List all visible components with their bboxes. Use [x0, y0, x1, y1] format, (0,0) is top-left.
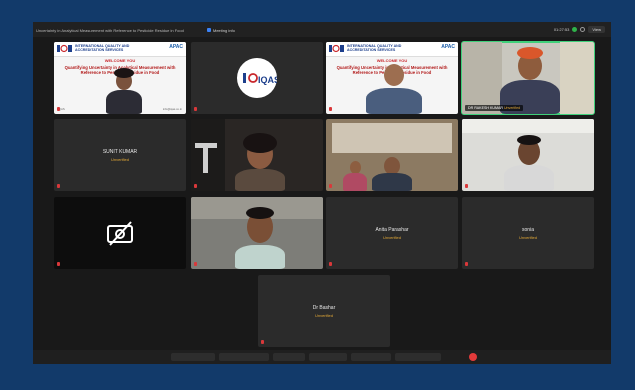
participant-tile-video-glasses[interactable] [191, 197, 323, 269]
participant-tile-bashar[interactable]: Dr Bashar Unverified [258, 275, 390, 347]
participant-hair [517, 135, 541, 145]
participant-status: Unverified [110, 157, 129, 162]
participant-tile-video-woman[interactable] [191, 119, 323, 191]
participant-tile-sunit[interactable]: SUNIT KUMAR Unverified [54, 119, 186, 191]
background-window [332, 123, 452, 153]
participant-body [235, 245, 285, 269]
muted-mic-icon [329, 262, 332, 266]
participant-body [106, 90, 142, 114]
muted-mic-icon [194, 184, 197, 188]
participant-tile-sonia[interactable]: sonia Unverified [462, 197, 594, 269]
muted-mic-icon [57, 184, 60, 188]
background-window [560, 42, 594, 114]
muted-mic-icon [261, 340, 264, 344]
muted-mic-icon [329, 184, 332, 188]
participant-status: Unverified [518, 235, 537, 240]
participant-tile-logo[interactable]: IQAS [191, 42, 323, 114]
more-button[interactable] [395, 353, 441, 361]
speaker-status: Unverified [503, 106, 521, 110]
participant-body [504, 165, 554, 191]
participant-body [366, 88, 422, 114]
camera-off-icon [107, 221, 133, 246]
iqas-logo-text: IQAS [258, 75, 277, 85]
meeting-timer: 01:27:53 [553, 27, 570, 32]
muted-mic-icon [329, 107, 332, 111]
speaker-name: DR RAKESH KUMAR [468, 106, 503, 110]
slide-brand: APAC [441, 44, 455, 50]
muted-mic-icon [465, 262, 468, 266]
share-button[interactable] [351, 353, 391, 361]
slide-brand: APAC [169, 44, 183, 50]
participant-tile-camera-off[interactable] [54, 197, 186, 269]
participant-turban [517, 47, 543, 59]
leave-button[interactable] [469, 353, 477, 361]
background-sign [191, 119, 225, 191]
participant-status: Unverified [382, 235, 401, 240]
top-bar: Uncertainty in Analytical Measurement wi… [33, 22, 611, 37]
meeting-window: Uncertainty in Analytical Measurement wi… [33, 22, 611, 364]
meeting-info-link[interactable]: Meeting info [213, 28, 235, 33]
participant-body-2 [343, 173, 367, 191]
connection-status-icon [572, 27, 578, 32]
speaker-nametag: DR RAKESH KUMAR Unverified [465, 105, 524, 111]
background-sign-stem [203, 143, 208, 173]
participant-name: Anita Parashar [375, 227, 409, 233]
muted-mic-icon [465, 184, 468, 188]
participant-name: SUNIT KUMAR [102, 149, 138, 155]
participant-tile-slide-2[interactable]: INTERNATIONAL QUALITY AND ACCREDITATION … [326, 42, 458, 114]
participant-hair [114, 68, 134, 78]
participant-body [372, 173, 412, 191]
participant-tile-video-bearded[interactable] [462, 119, 594, 191]
participant-tile-speaker[interactable]: DR RAKESH KUMAR Unverified [461, 41, 595, 115]
participant-body [235, 169, 285, 191]
iqas-logo-icon: IQAS [243, 73, 280, 85]
participant-tile-video-group[interactable] [326, 119, 458, 191]
muted-mic-icon [194, 262, 197, 266]
slide-org-line2: ACCREDITATION SERVICES [75, 48, 124, 53]
shield-icon[interactable] [207, 28, 211, 32]
slide-org: INTERNATIONAL QUALITY AND ACCREDITATION … [75, 44, 129, 52]
background-ceiling [462, 119, 594, 133]
meeting-title: Uncertainty in Analytical Measurement wi… [36, 28, 184, 33]
chat-button[interactable] [309, 353, 347, 361]
participant-tile-anita[interactable]: Anita Parashar Unverified [326, 197, 458, 269]
iqas-logo-icon [329, 44, 344, 53]
participant-status: Unverified [314, 313, 333, 318]
muted-mic-icon [194, 107, 197, 111]
background-shelf [462, 42, 502, 114]
video-button[interactable] [219, 353, 269, 361]
slide-footer-right: info@iqas.co.in [162, 107, 182, 111]
info-icon[interactable] [580, 27, 586, 32]
slide-header: INTERNATIONAL QUALITY AND ACCREDITATION … [54, 42, 186, 57]
iqas-logo: IQAS [237, 58, 280, 98]
slide-welcome: WELCOME YOU [376, 58, 408, 63]
slide-header: INTERNATIONAL QUALITY AND ACCREDITATION … [326, 42, 458, 57]
iqas-logo-icon [57, 44, 72, 53]
participant-hair [243, 133, 277, 153]
view-button[interactable]: View [588, 26, 605, 33]
slide-welcome: WELCOME YOU [104, 58, 136, 63]
meeting-controls-bar [33, 350, 611, 364]
slide-org-line2: ACCREDITATION SERVICES [347, 48, 396, 53]
participant-name: sonia [522, 227, 534, 233]
muted-mic-icon [57, 262, 60, 266]
audio-button[interactable] [171, 353, 215, 361]
slide-org: INTERNATIONAL QUALITY AND ACCREDITATION … [347, 44, 401, 52]
participant-tile-slide[interactable]: INTERNATIONAL QUALITY AND ACCREDITATION … [54, 42, 186, 114]
top-right-controls: 01:27:53 View [554, 26, 605, 33]
participants-button[interactable] [273, 353, 305, 361]
participant-hair [246, 207, 274, 219]
muted-mic-icon [57, 107, 60, 111]
participant-face [384, 64, 404, 86]
participant-name: Dr Bashar [312, 305, 336, 311]
